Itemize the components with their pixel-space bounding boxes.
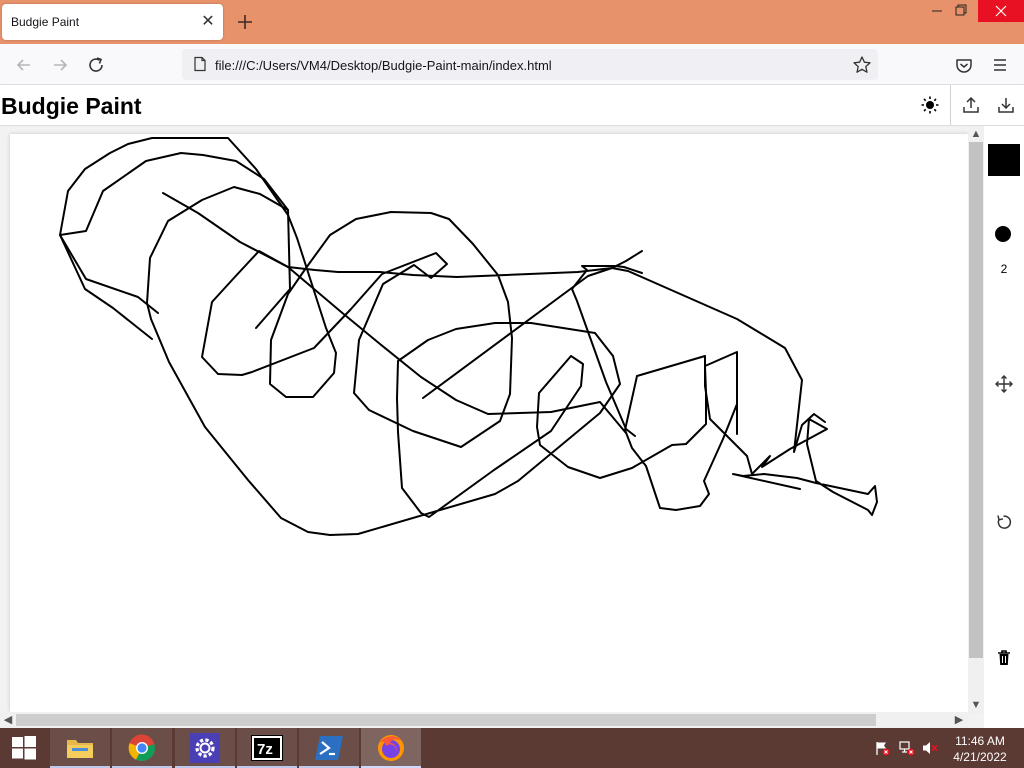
bookmark-star-icon[interactable]: [852, 55, 872, 75]
browser-navbar: file:///C:/Users/VM4/Desktop/Budgie-Pain…: [0, 44, 1024, 85]
start-icon[interactable]: [0, 728, 48, 768]
new-tab-icon[interactable]: [234, 11, 256, 33]
scroll-up-icon[interactable]: ▲: [969, 127, 983, 141]
horizontal-scrollbar[interactable]: ◀ ▶: [0, 712, 968, 728]
horizontal-scroll-thumb[interactable]: [16, 714, 876, 726]
7zip-icon[interactable]: 7z: [237, 728, 297, 768]
trash-icon[interactable]: [994, 648, 1014, 668]
brush-size-label: 2: [1000, 262, 1008, 276]
vertical-scroll-thumb[interactable]: [969, 142, 983, 658]
volume-muted-icon[interactable]: [922, 740, 938, 756]
reload-icon[interactable]: [83, 52, 109, 78]
upload-icon[interactable]: [961, 95, 981, 115]
url-text[interactable]: file:///C:/Users/VM4/Desktop/Budgie-Pain…: [215, 58, 552, 73]
svg-text:7z: 7z: [257, 741, 273, 758]
menu-icon[interactable]: [987, 52, 1013, 78]
scroll-left-icon[interactable]: ◀: [1, 713, 15, 727]
file-explorer-icon[interactable]: [50, 728, 110, 768]
forward-icon[interactable]: [47, 52, 73, 78]
page-icon: [194, 56, 206, 72]
url-bar[interactable]: file:///C:/Users/VM4/Desktop/Budgie-Pain…: [182, 49, 878, 80]
clock-date: 4/21/2022: [953, 750, 1007, 764]
sun-icon[interactable]: [920, 95, 940, 115]
network-icon[interactable]: [899, 740, 915, 756]
header-divider: [950, 85, 951, 125]
undo-icon[interactable]: [994, 512, 1014, 532]
tool-sidebar: 2: [984, 126, 1024, 728]
brush-size-dot-icon[interactable]: [995, 226, 1011, 242]
app-header: Budgie Paint: [0, 85, 1024, 126]
browser-tab-strip: Budgie Paint ✕: [0, 0, 1024, 44]
browser-tab[interactable]: Budgie Paint ✕: [2, 4, 223, 40]
action-center-flag-icon[interactable]: [874, 740, 890, 756]
powershell-icon[interactable]: [299, 728, 359, 768]
stroke-5: [162, 192, 627, 434]
scroll-right-icon[interactable]: ▶: [952, 713, 966, 727]
tab-title: Budgie Paint: [11, 15, 80, 29]
scroll-down-icon[interactable]: ▼: [969, 698, 983, 712]
drawing-canvas[interactable]: [10, 134, 968, 712]
windows-taskbar: 7z 11:46 AM 4/21/2022: [0, 728, 1024, 768]
vertical-scrollbar[interactable]: ▲ ▼: [968, 126, 984, 714]
app-title: Budgie Paint: [1, 93, 142, 119]
clock-time: 11:46 AM: [955, 734, 1005, 748]
download-icon[interactable]: [996, 95, 1016, 115]
stroke-6: [59, 152, 289, 314]
drawing-strokes: [59, 137, 878, 536]
taskbar-clock[interactable]: 11:46 AM 4/21/2022: [944, 733, 1016, 765]
move-icon[interactable]: [994, 374, 1014, 394]
tab-close-icon[interactable]: ✕: [198, 12, 218, 32]
back-icon[interactable]: [11, 52, 37, 78]
window-close-icon[interactable]: [978, 0, 1024, 22]
chrome-icon[interactable]: [112, 728, 172, 768]
canvas-area: ▲ ▼ ◀ ▶: [0, 126, 984, 728]
firefox-icon[interactable]: [361, 728, 421, 768]
color-swatch[interactable]: [988, 144, 1020, 176]
pocket-icon[interactable]: [951, 52, 977, 78]
settings-icon[interactable]: [175, 728, 235, 768]
